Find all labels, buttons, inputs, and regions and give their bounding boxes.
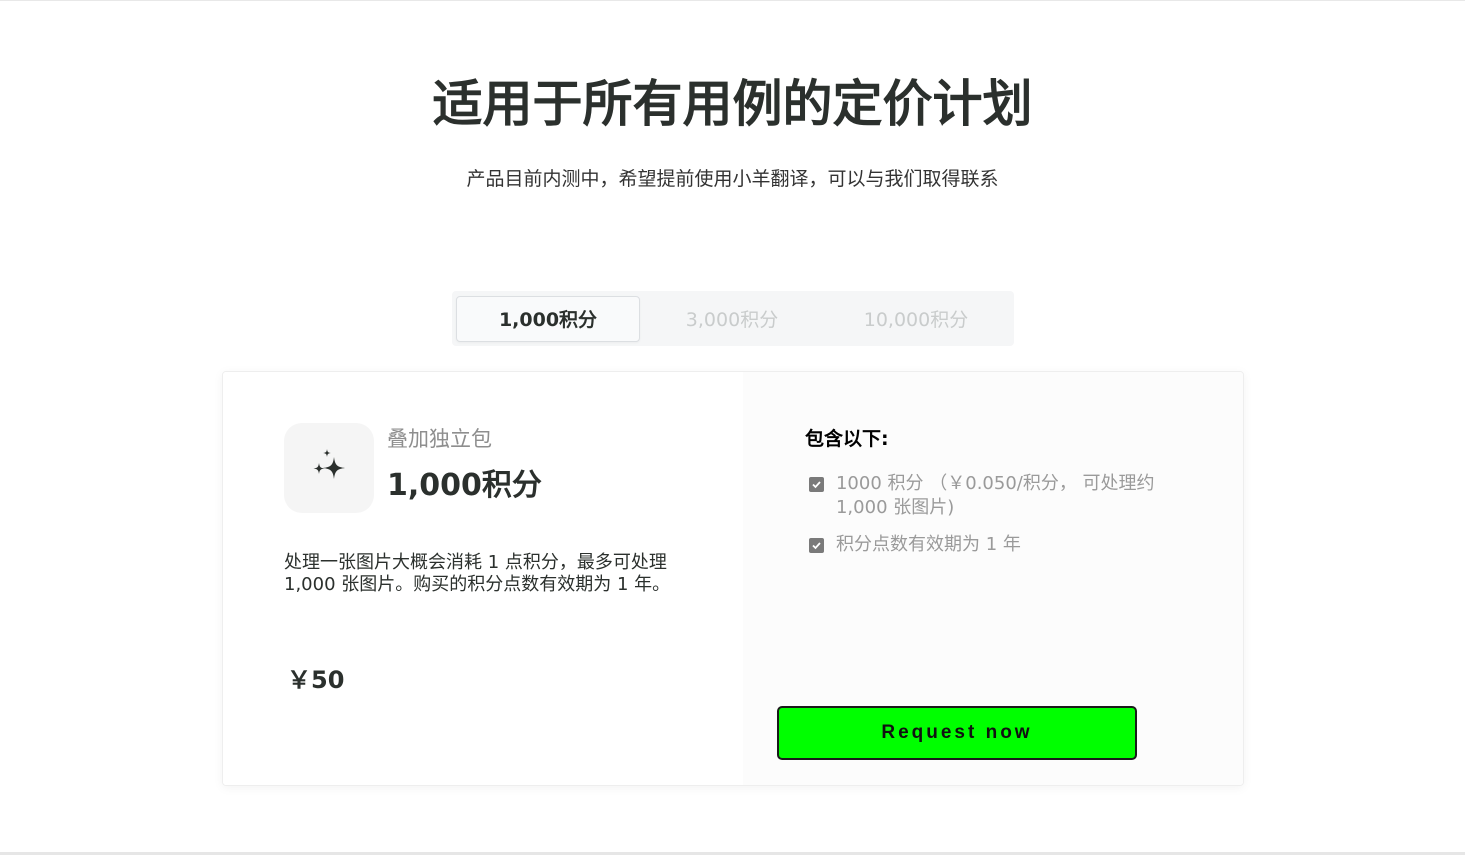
tab-1000-credits[interactable]: 1,000积分 — [456, 295, 640, 342]
pack-type-label: 叠加独立包 — [387, 427, 492, 451]
bottom-divider — [0, 852, 1465, 855]
includes-title: 包含以下: — [804, 428, 889, 450]
checkbox-icon — [808, 477, 824, 492]
plan-price: ￥50 — [287, 666, 345, 694]
sparkles-icon — [284, 423, 374, 513]
checkbox-icon — [808, 538, 824, 553]
tab-3000-credits[interactable]: 3,000积分 — [640, 296, 824, 342]
plan-summary: 叠加独立包 1,000积分 处理一张图片大概会消耗 1 点积分，最多可处理 1,… — [223, 372, 743, 785]
plan-card: 叠加独立包 1,000积分 处理一张图片大概会消耗 1 点积分，最多可处理 1,… — [222, 371, 1244, 786]
pricing-page: 适用于所有用例的定价计划 产品目前内测中，希望提前使用小羊翻译，可以与我们取得联… — [0, 0, 1465, 857]
tab-10000-credits[interactable]: 10,000积分 — [824, 296, 1008, 342]
feature-list: 1000 积分 （￥0.050/积分， 可处理约 1,000 张图片) 积分点数… — [808, 472, 1169, 570]
feature-text: 1000 积分 （￥0.050/积分， 可处理约 1,000 张图片) — [835, 473, 1155, 518]
plan-includes: 包含以下: 1000 积分 （￥0.050/积分， 可处理约 1,000 张图片… — [742, 372, 1243, 785]
sparkles-icon-svg — [313, 449, 345, 479]
top-divider — [0, 0, 1465, 1]
feature-text: 积分点数有效期为 1 年 — [835, 534, 1021, 555]
plan-tabs: 1,000积分 3,000积分 10,000积分 — [452, 291, 1014, 346]
request-now-button[interactable]: Request now — [776, 706, 1137, 760]
pack-name: 1,000积分 — [387, 468, 542, 503]
feature-item: 积分点数有效期为 1 年 — [808, 533, 1169, 557]
page-title: 适用于所有用例的定价计划 — [432, 75, 1033, 133]
plan-description: 处理一张图片大概会消耗 1 点积分，最多可处理 1,000 张图片。购买的积分点… — [284, 552, 671, 595]
page-subtitle: 产品目前内测中，希望提前使用小羊翻译，可以与我们取得联系 — [466, 168, 999, 190]
feature-item: 1000 积分 （￥0.050/积分， 可处理约 1,000 张图片) — [808, 472, 1169, 520]
